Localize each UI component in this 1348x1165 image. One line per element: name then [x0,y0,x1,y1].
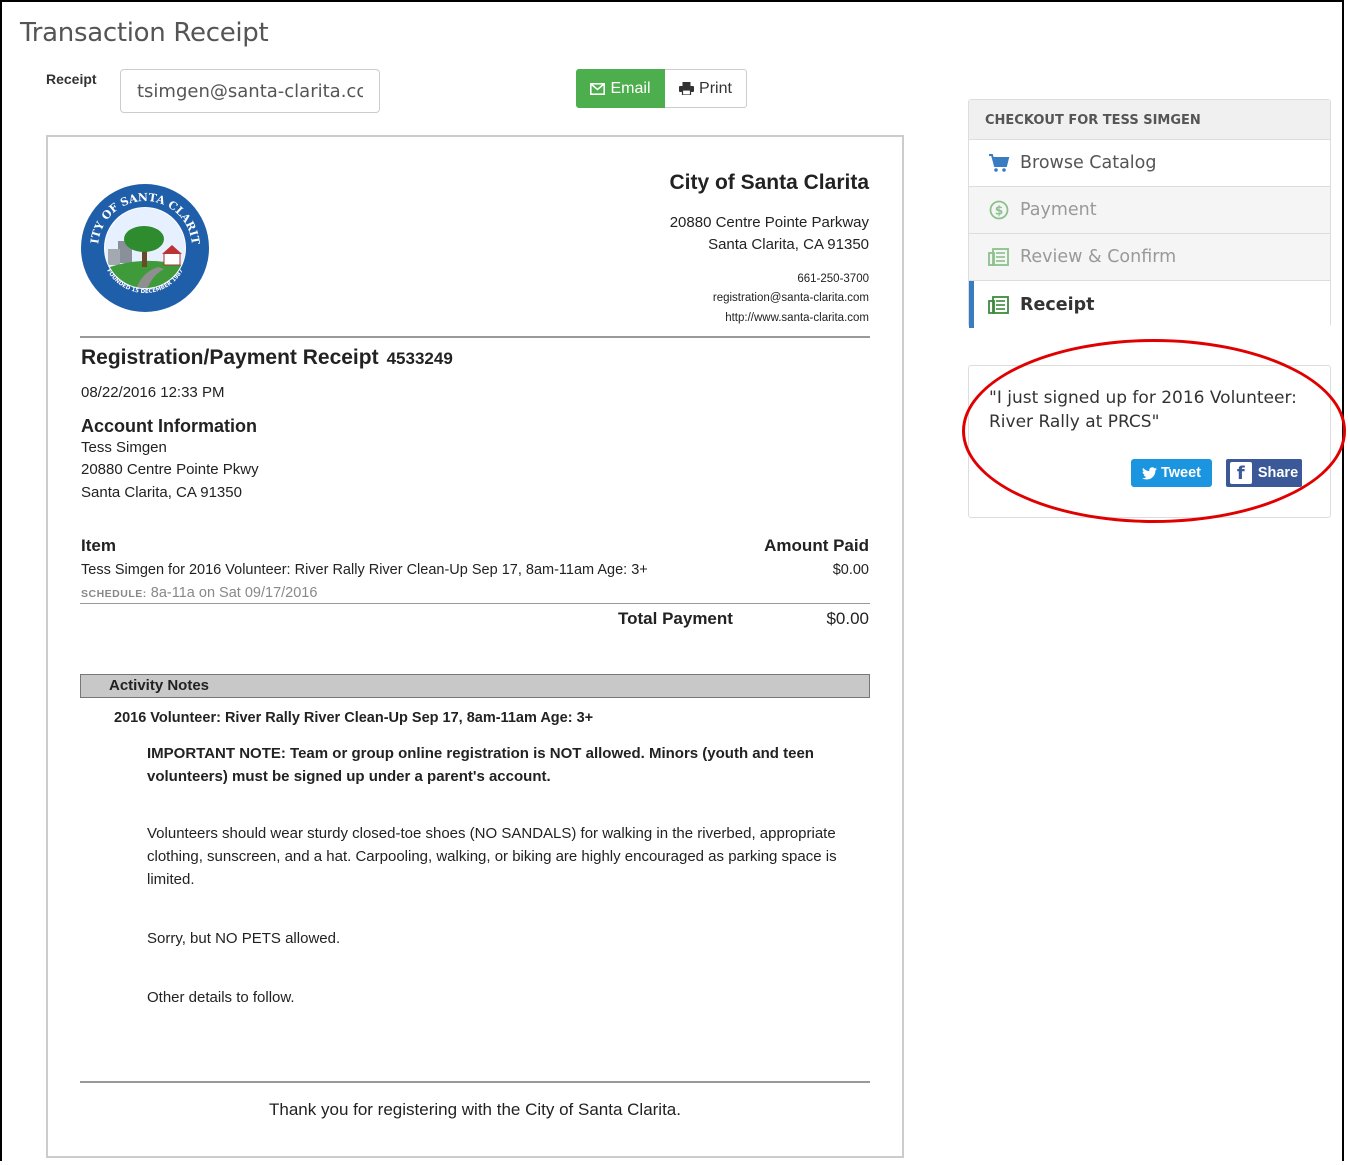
checkout-panel: CHECKOUT FOR TESS SIMGEN Browse Catalog … [968,99,1331,328]
facebook-share-button[interactable]: f Share [1226,459,1302,487]
print-button-label: Print [699,79,732,97]
organization-address-line2: Santa Clarita, CA 91350 [708,236,869,253]
important-note: IMPORTANT NOTE: Team or group online reg… [147,745,814,785]
notes-paragraph-2: Sorry, but NO PETS allowed. [147,930,341,947]
tweet-button[interactable]: Tweet [1131,459,1212,487]
notes-paragraph-3: Other details to follow. [147,989,295,1006]
page-title: Transaction Receipt [20,18,269,48]
organization-name: City of Santa Clarita [669,171,869,194]
facebook-icon: f [1229,462,1252,484]
account-name: Tess Simgen [81,439,167,456]
share-message: "I just signed up for 2016 Volunteer: Ri… [989,388,1297,432]
organization-email: registration@santa-clarita.com [712,292,869,304]
organization-website: http://www.santa-clarita.com [725,312,869,324]
footer-divider [80,1081,870,1083]
checkout-step-label: Review & Confirm [1020,247,1177,267]
social-share-panel: "I just signed up for 2016 Volunteer: Ri… [968,365,1331,518]
organization-phone: 661-250-3700 [797,273,869,285]
share-button-label: Share [1257,465,1299,481]
receipt-title-text: Registration/Payment Receipt [81,346,379,369]
checkout-step-label: Browse Catalog [1020,153,1157,173]
notes-paragraph-1: Volunteers should wear sturdy closed-toe… [147,825,837,888]
item-description: Tess Simgen for 2016 Volunteer: River Ra… [81,562,648,578]
checkout-step-label: Receipt [1020,294,1095,315]
receipt-icon [987,247,1011,267]
total-label: Total Payment [618,609,733,628]
checkout-step-payment: $ Payment [969,187,1330,234]
item-schedule: SCHEDULE: 8a-11a on Sat 09/17/2016 [81,585,317,601]
activity-notes-header: Activity Notes [80,674,870,698]
item-amount: $0.00 [832,562,869,578]
tweet-button-label: Tweet [1160,465,1202,481]
receipt-number: 4533249 [386,349,453,368]
twitter-bird-icon [1141,466,1157,479]
account-heading: Account Information [81,416,257,436]
receipt-icon [987,295,1011,315]
checkout-step-label: Payment [1020,200,1097,220]
checkout-step-browse-catalog[interactable]: Browse Catalog [969,140,1330,187]
receipt-label: Receipt [46,71,97,87]
printer-icon [679,82,695,95]
print-button[interactable]: Print [665,69,747,108]
receipt-actions: Email Print [576,69,747,108]
email-button-label: Email [610,79,651,97]
organization-address-line1: 20880 Centre Pointe Parkway [669,214,869,231]
schedule-value: 8a-11a on Sat 09/17/2016 [150,585,318,601]
cart-icon [987,153,1011,173]
account-address-line2: Santa Clarita, CA 91350 [81,484,242,501]
amount-column-header: Amount Paid [764,536,869,555]
total-divider [80,603,870,604]
checkout-step-review-confirm: Review & Confirm [969,234,1330,281]
activity-title: 2016 Volunteer: River Rally River Clean-… [114,710,594,726]
svg-text:$: $ [995,204,1003,218]
receipt-datetime: 08/22/2016 12:33 PM [81,384,225,401]
receipt-email-input[interactable] [120,69,380,113]
item-column-header: Item [81,536,116,555]
thank-you-message: Thank you for registering with the City … [269,1100,681,1119]
checkout-heading: CHECKOUT FOR TESS SIMGEN [969,100,1330,140]
envelope-icon [590,82,606,95]
city-seal-logo: CITY OF SANTA CLARITA FOUNDED 15 DECEMBE… [80,183,209,312]
account-address-line1: 20880 Centre Pointe Pkwy [81,461,259,478]
dollar-icon: $ [987,200,1011,220]
receipt-title: Registration/Payment Receipt 4533249 [81,346,453,370]
email-button[interactable]: Email [576,69,665,108]
header-divider [80,336,870,338]
total-amount: $0.00 [826,609,869,628]
schedule-label: SCHEDULE: [81,588,147,600]
checkout-step-receipt[interactable]: Receipt [969,281,1330,328]
